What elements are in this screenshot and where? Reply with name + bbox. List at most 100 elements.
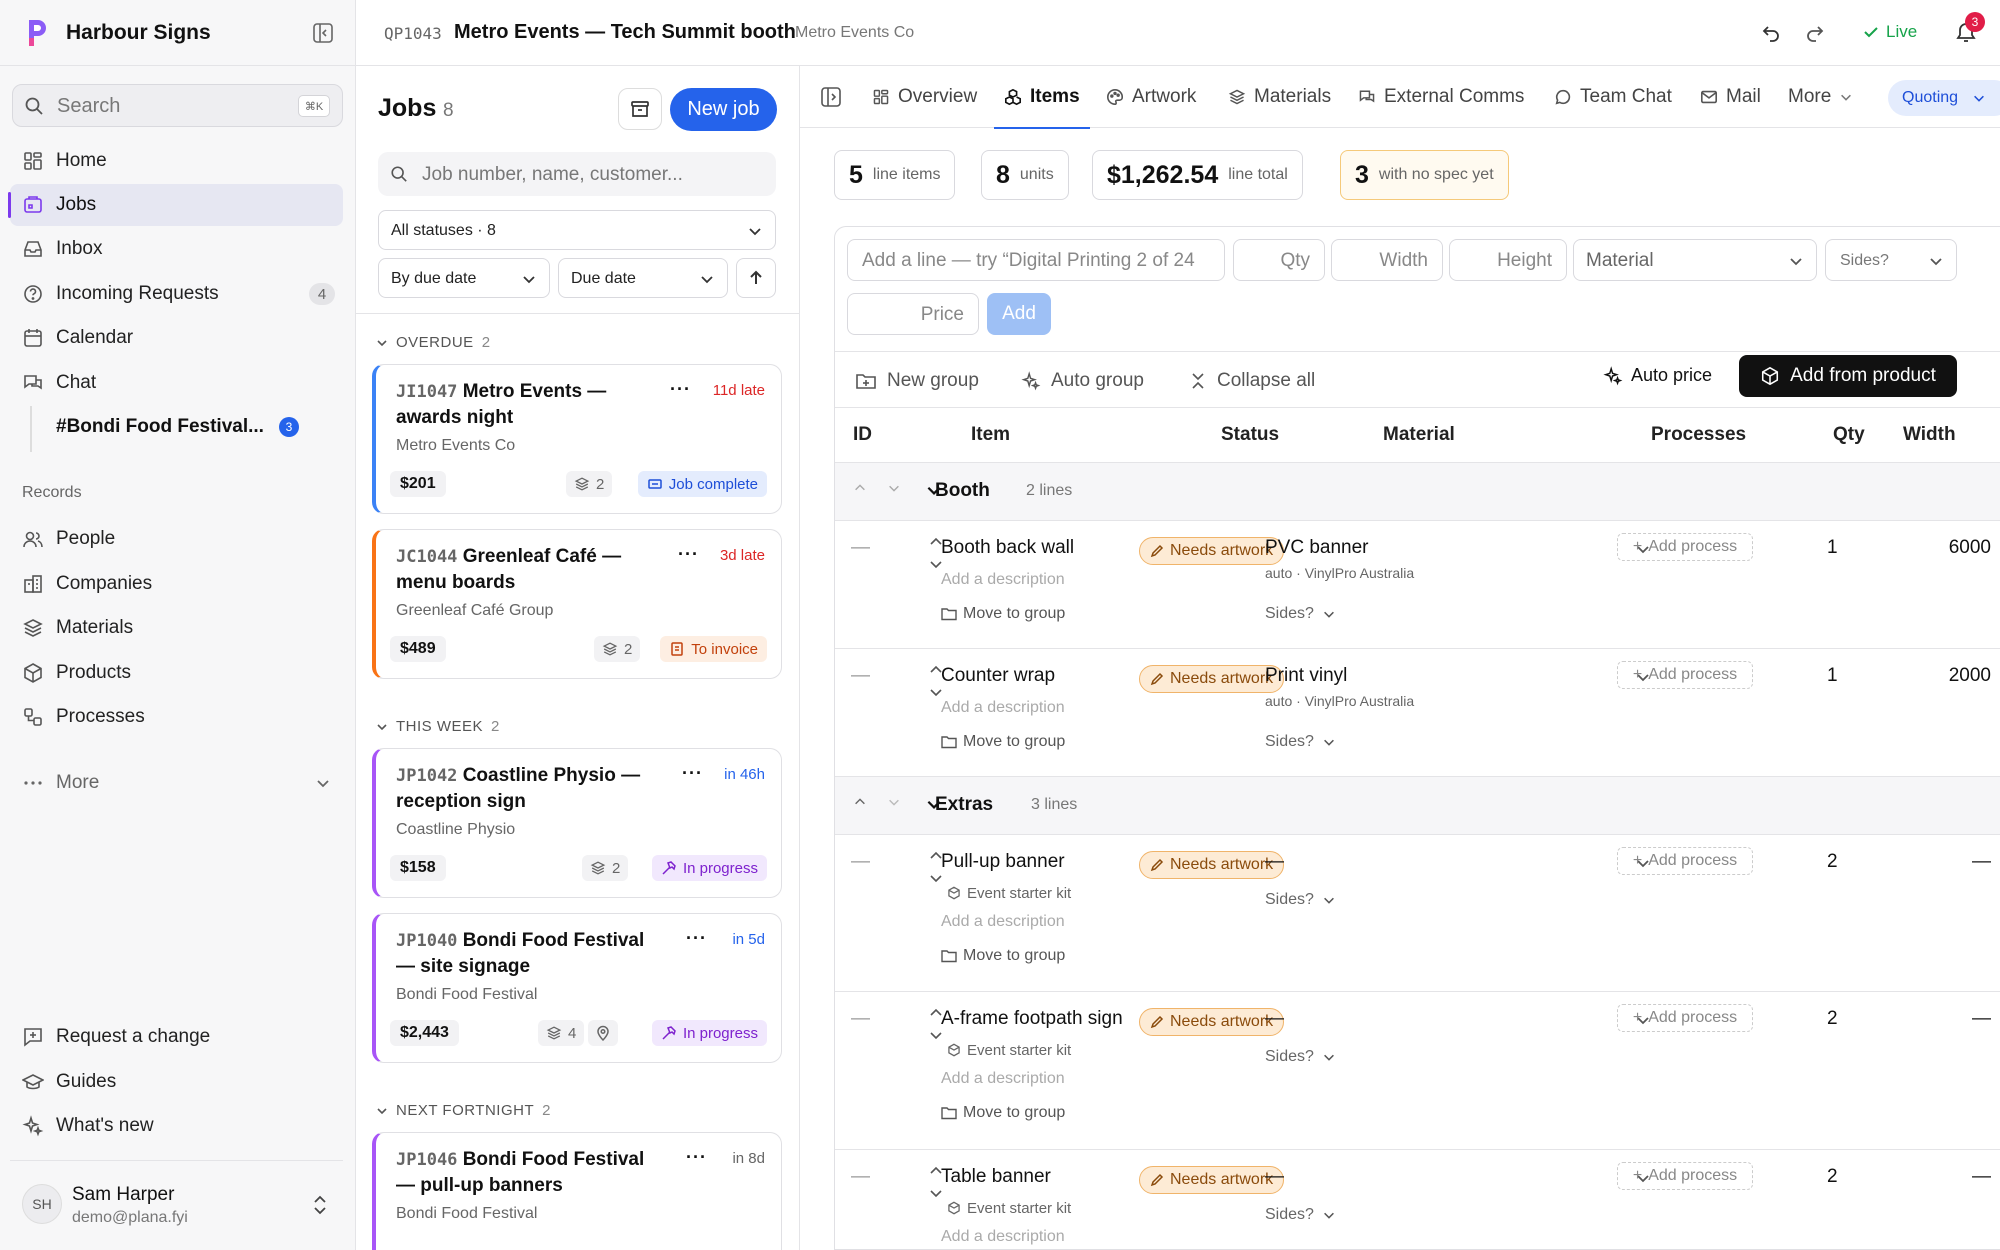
job-card-jp1042[interactable]: JP1042 Coastline Physio — reception sign… (372, 748, 782, 898)
sides-select[interactable]: Sides? (1825, 239, 1957, 281)
job-search-input[interactable]: Job number, name, customer... (378, 152, 776, 196)
chevron-updown-icon[interactable] (310, 1194, 330, 1216)
job-card-jp1040[interactable]: JP1040 Bondi Food Festival — site signag… (372, 913, 782, 1063)
table-row[interactable]: — Booth back wall Add a description Move… (835, 521, 2000, 649)
sidebar-item-home[interactable]: Home (10, 140, 343, 182)
item-material[interactable]: Print vinyl (1265, 665, 1347, 687)
tab-overview[interactable]: Overview (872, 66, 977, 128)
sidebar-item-inbox[interactable]: Inbox (10, 228, 343, 270)
archive-button[interactable] (618, 88, 662, 130)
sidebar-item-guides[interactable]: Guides (10, 1061, 343, 1103)
undo-icon[interactable] (1760, 22, 1782, 44)
auto-group-button[interactable]: Auto group (1021, 363, 1144, 399)
status-badge[interactable]: Needs artwork (1139, 665, 1285, 693)
tab-more[interactable]: More (1788, 66, 1853, 128)
item-qty[interactable]: 1 (1827, 665, 1838, 687)
item-material[interactable]: — (1265, 851, 1284, 873)
item-description-input[interactable]: Add a description (941, 1070, 1065, 1088)
sidebar-item-products[interactable]: Products (10, 652, 343, 694)
add-process-button[interactable]: + Add process (1617, 1162, 1753, 1190)
item-qty[interactable]: 2 (1827, 1166, 1838, 1188)
sidebar-item-processes[interactable]: Processes (10, 696, 343, 738)
search-input[interactable]: Search ⌘K (12, 84, 343, 127)
move-to-group-button[interactable]: Move to group (941, 605, 1065, 623)
add-process-button[interactable]: + Add process (1617, 1004, 1753, 1032)
sidebar-item-materials[interactable]: Materials (10, 607, 343, 649)
table-row[interactable]: — A-frame footpath sign Event starter ki… (835, 992, 2000, 1150)
new-group-button[interactable]: New group (855, 363, 979, 399)
column-header-id[interactable]: ID (853, 424, 872, 446)
tab-items[interactable]: Items (994, 66, 1090, 129)
chevron-down-icon[interactable] (887, 481, 901, 495)
more-dots-icon[interactable]: ··· (686, 928, 707, 949)
live-status[interactable]: Live (1862, 22, 1917, 42)
new-job-button[interactable]: New job (670, 88, 777, 131)
add-line-input[interactable]: Add a line — try “Digital Printing 2 of … (847, 239, 1225, 281)
height-input[interactable]: Height (1449, 239, 1567, 281)
status-badge[interactable]: Needs artwork (1139, 1008, 1285, 1036)
item-width[interactable]: — (1972, 851, 1991, 873)
item-width[interactable]: 2000 (1949, 665, 1991, 687)
item-name[interactable]: Counter wrap (941, 665, 1055, 687)
item-material[interactable]: PVC banner (1265, 537, 1369, 559)
sides-select[interactable]: Sides? (1265, 1048, 1336, 1066)
status-badge[interactable]: Needs artwork (1139, 1166, 1285, 1194)
chevron-up-icon[interactable] (853, 481, 867, 495)
group-header-next-fortnight[interactable]: NEXT FORTNIGHT 2 (376, 1102, 551, 1119)
column-header-material[interactable]: Material (1383, 424, 1455, 446)
more-dots-icon[interactable]: ··· (682, 763, 703, 784)
date-field-select[interactable]: Due date (558, 258, 728, 298)
item-width[interactable]: 6000 (1949, 537, 1991, 559)
table-row[interactable]: — Pull-up banner Event starter kit Add a… (835, 835, 2000, 992)
column-header-processes[interactable]: Processes (1651, 424, 1746, 446)
add-line-button[interactable]: Add (987, 293, 1051, 335)
move-to-group-button[interactable]: Move to group (941, 947, 1065, 965)
sidebar-item-request-change[interactable]: Request a change (10, 1016, 343, 1058)
table-row[interactable]: — Table banner Event starter kit Add a d… (835, 1150, 2000, 1249)
avatar[interactable]: SH (22, 1184, 62, 1224)
more-dots-icon[interactable]: ··· (678, 544, 699, 565)
add-process-button[interactable]: + Add process (1617, 661, 1753, 689)
sort-by-select[interactable]: By due date (378, 258, 550, 298)
column-header-status[interactable]: Status (1221, 424, 1279, 446)
item-qty[interactable]: 2 (1827, 851, 1838, 873)
stage-select[interactable]: Quoting (1888, 80, 2000, 116)
item-description-input[interactable]: Add a description (941, 913, 1065, 931)
item-qty[interactable]: 1 (1827, 537, 1838, 559)
sidebar-item-incoming-requests[interactable]: Incoming Requests 4 (10, 273, 343, 315)
chevron-up-icon[interactable] (853, 795, 867, 809)
auto-price-button[interactable]: Auto price (1603, 365, 1712, 386)
add-process-button[interactable]: + Add process (1617, 847, 1753, 875)
item-name[interactable]: A-frame footpath sign (941, 1008, 1123, 1030)
sidebar-item-chat[interactable]: Chat (10, 362, 343, 404)
item-name[interactable]: Booth back wall (941, 537, 1074, 559)
sides-select[interactable]: Sides? (1265, 605, 1336, 623)
item-group-booth[interactable]: Booth 2 lines (835, 463, 2000, 521)
collapse-all-button[interactable]: Collapse all (1189, 363, 1315, 399)
status-badge[interactable]: Needs artwork (1139, 851, 1285, 879)
move-to-group-button[interactable]: Move to group (941, 733, 1065, 751)
sides-select[interactable]: Sides? (1265, 733, 1336, 751)
sidebar-item-people[interactable]: People (10, 518, 343, 560)
tab-mail[interactable]: Mail (1700, 66, 1761, 128)
column-header-width[interactable]: Width (1903, 424, 1956, 446)
item-qty[interactable]: 2 (1827, 1008, 1838, 1030)
item-width[interactable]: — (1972, 1008, 1991, 1030)
group-header-this-week[interactable]: THIS WEEK 2 (376, 718, 500, 735)
tab-team-chat[interactable]: Team Chat (1554, 66, 1672, 128)
add-from-product-button[interactable]: Add from product (1739, 355, 1957, 397)
sidebar-item-calendar[interactable]: Calendar (10, 317, 343, 359)
chevron-down-icon[interactable] (887, 795, 901, 809)
price-input[interactable]: Price (847, 293, 979, 335)
stat-no-spec[interactable]: 3 with no spec yet (1340, 150, 1509, 200)
job-card-jc1044[interactable]: JC1044 Greenleaf Café — menu boards ··· … (372, 529, 782, 679)
job-card-jp1046[interactable]: JP1046 Bondi Food Festival — pull-up ban… (372, 1132, 782, 1250)
job-card-ji1047[interactable]: JI1047 Metro Events — awards night ··· 1… (372, 364, 782, 514)
item-material[interactable]: — (1265, 1166, 1284, 1188)
redo-icon[interactable] (1804, 22, 1826, 44)
sort-direction-button[interactable] (736, 258, 776, 298)
item-name[interactable]: Table banner (941, 1166, 1051, 1188)
sidebar-item-companies[interactable]: Companies (10, 563, 343, 605)
sidebar-item-whats-new[interactable]: What's new (10, 1105, 343, 1147)
material-select[interactable]: Material (1573, 239, 1817, 281)
